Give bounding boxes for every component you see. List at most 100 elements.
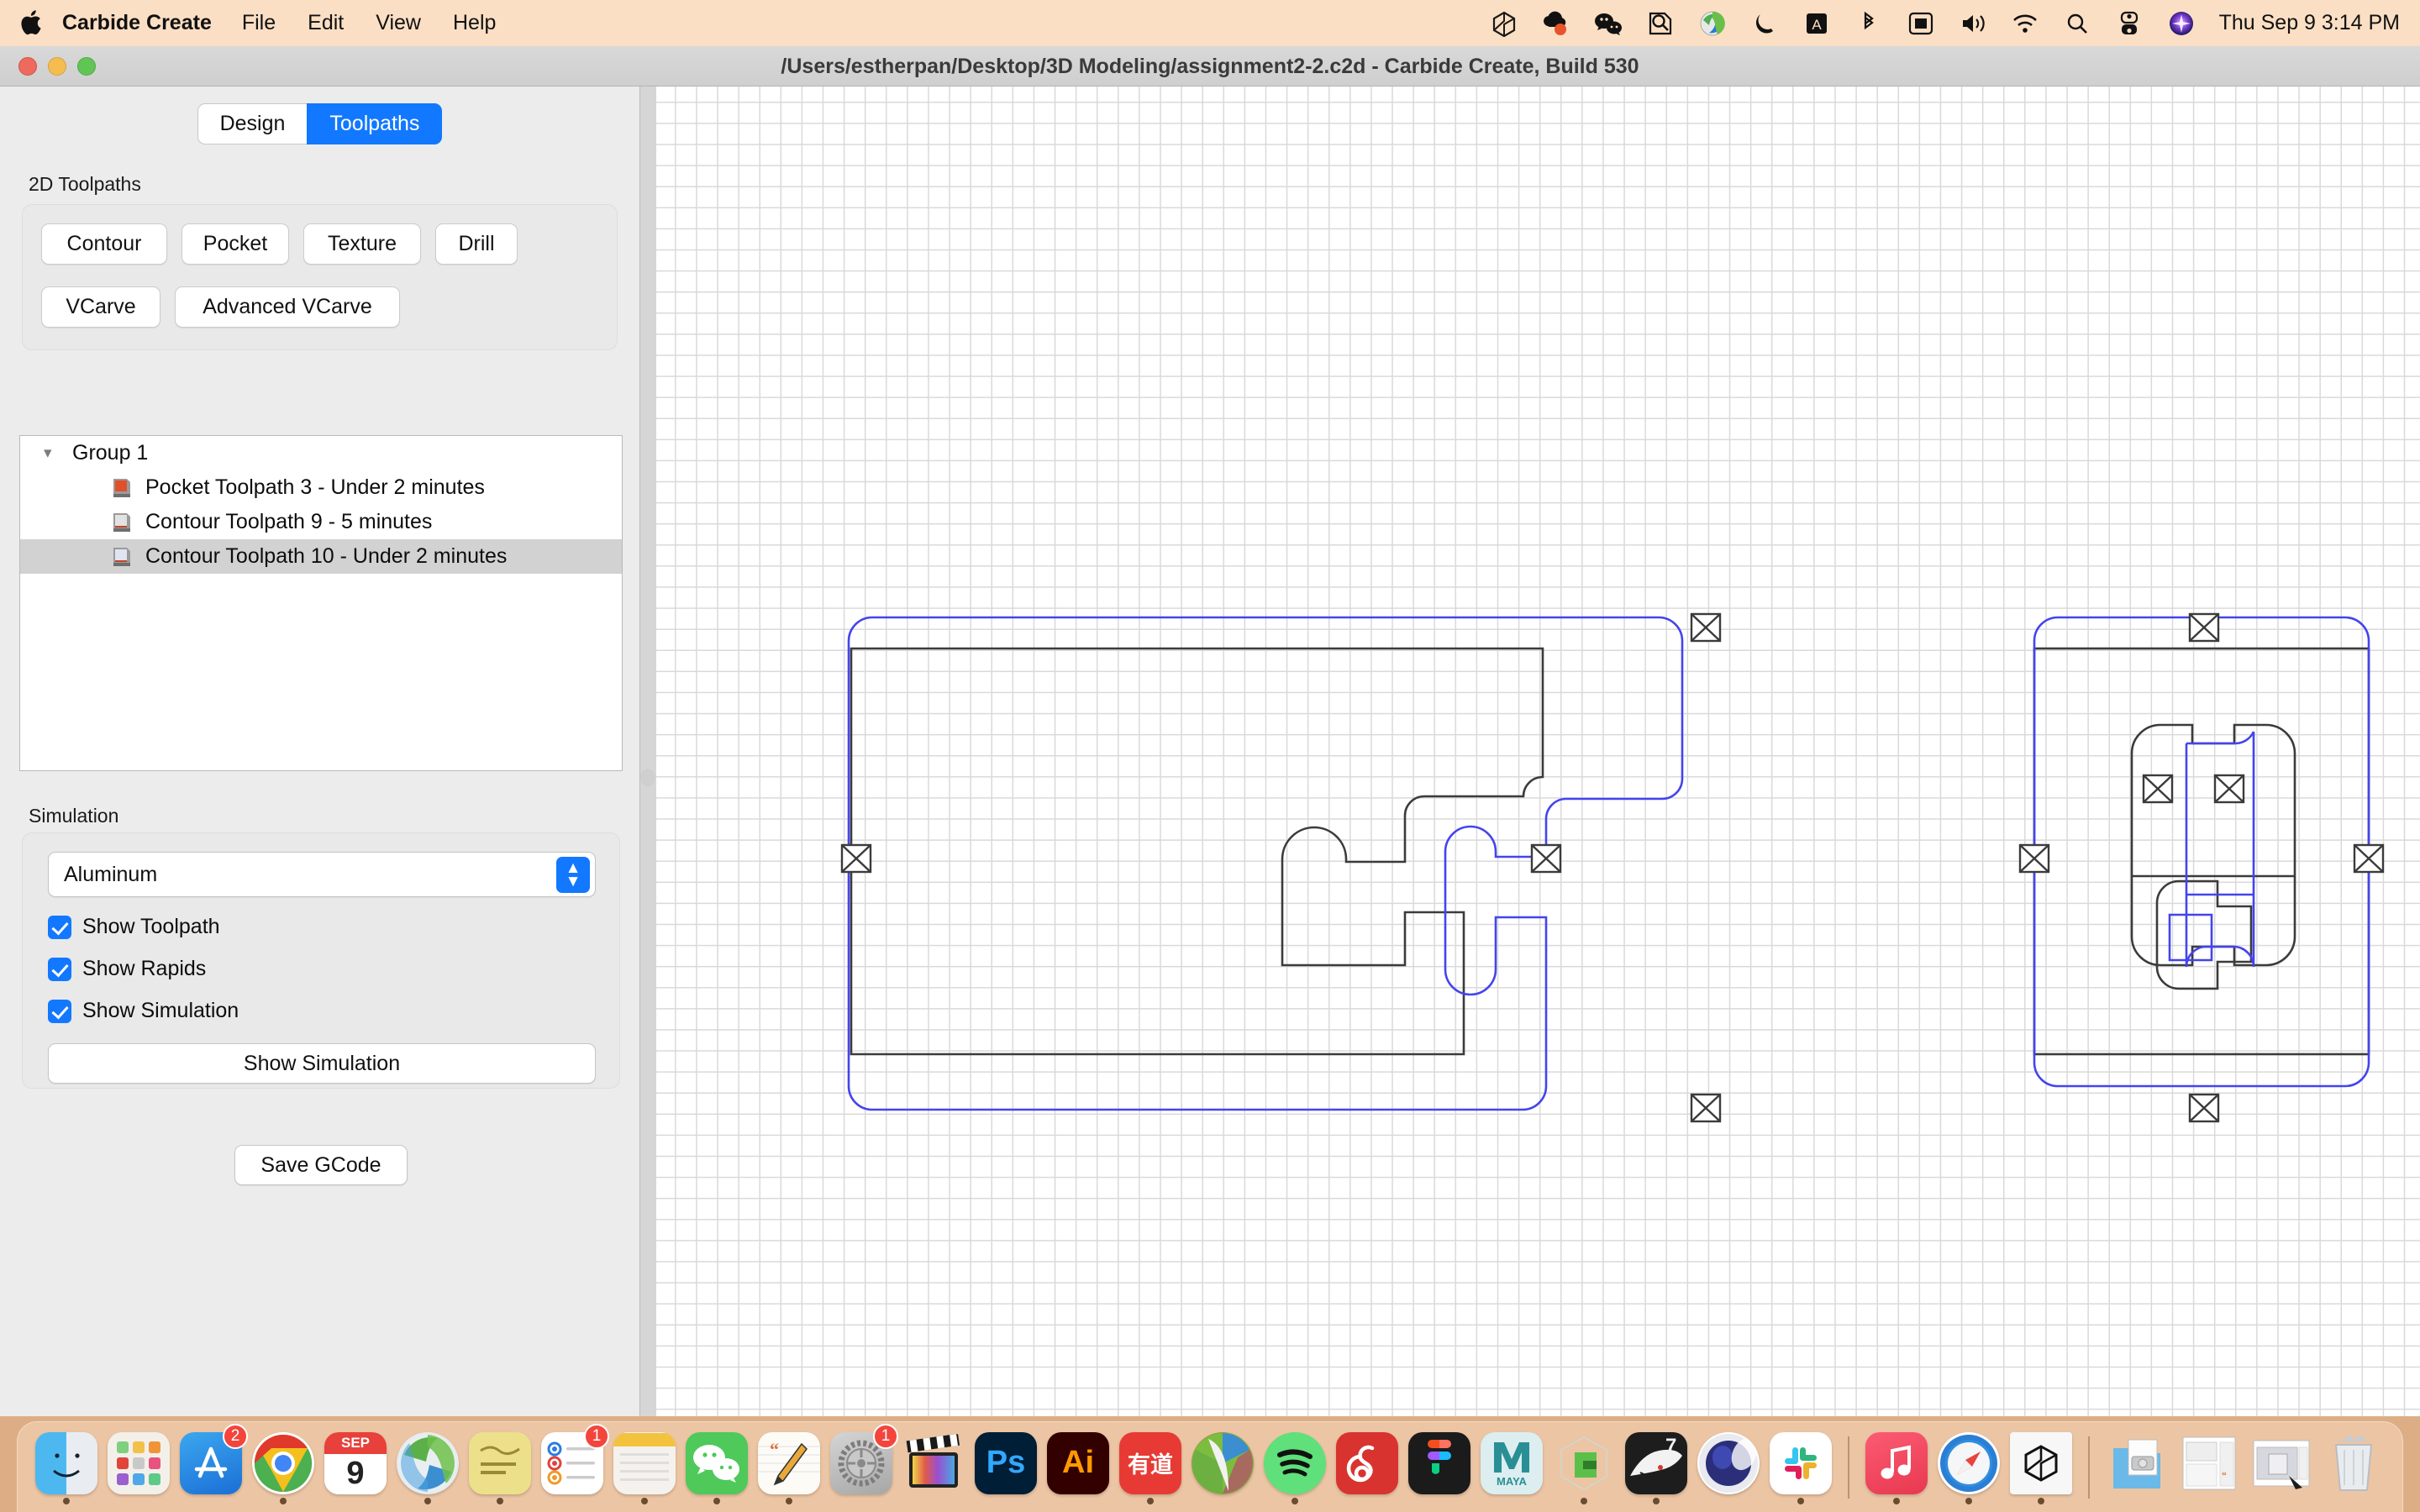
toolpath-row-pocket-3[interactable]: Pocket Toolpath 3 - Under 2 minutes: [20, 470, 622, 505]
dock-item-notes[interactable]: [609, 1425, 680, 1509]
show-simulation-row[interactable]: Show Simulation: [48, 999, 594, 1023]
finder-icon[interactable]: [35, 1432, 97, 1494]
chrome-icon[interactable]: [252, 1432, 314, 1494]
dock-item-spotify[interactable]: [1260, 1425, 1330, 1509]
minimize-button[interactable]: [48, 57, 66, 76]
drill-button[interactable]: Drill: [435, 223, 518, 265]
cinema4d-icon[interactable]: [1697, 1432, 1760, 1494]
wechat-dock-icon[interactable]: [686, 1432, 748, 1494]
spotify-icon[interactable]: [1264, 1432, 1326, 1494]
stickies-icon[interactable]: [469, 1432, 531, 1494]
wechat-icon[interactable]: [1582, 0, 1634, 46]
menu-app-title[interactable]: Carbide Create: [62, 11, 212, 35]
minimized-window-preview-1[interactable]: “: [2178, 1432, 2240, 1494]
dock-item-carbide-create[interactable]: [1549, 1425, 1619, 1509]
splitter-handle[interactable]: [640, 769, 655, 786]
spotlight-search-icon[interactable]: [2051, 0, 2103, 46]
illustrator-icon[interactable]: Ai: [1047, 1432, 1109, 1494]
slack-icon[interactable]: [1770, 1432, 1832, 1494]
bluetooth-icon[interactable]: [1843, 0, 1895, 46]
toolpath-group-row[interactable]: ▾ Group 1: [20, 436, 622, 470]
vcarve-button[interactable]: VCarve: [41, 286, 160, 328]
pocket-button[interactable]: Pocket: [182, 223, 289, 265]
save-gcode-button[interactable]: Save GCode: [234, 1145, 408, 1185]
dock-item-netease-music[interactable]: [1332, 1425, 1402, 1509]
input-source-a-icon[interactable]: A: [1791, 0, 1843, 46]
dock-item-finder[interactable]: [31, 1425, 102, 1509]
maya-icon[interactable]: MAYA: [1481, 1432, 1543, 1494]
colorwheel-icon[interactable]: [1686, 0, 1739, 46]
volume-icon[interactable]: [1947, 0, 1999, 46]
now-playing-icon[interactable]: [1895, 0, 1947, 46]
final-cut-pro-icon[interactable]: [902, 1432, 965, 1494]
dock-item-reminders[interactable]: 1: [537, 1425, 608, 1509]
textedit-icon[interactable]: “: [758, 1432, 820, 1494]
siri-icon[interactable]: [2155, 0, 2207, 46]
dock-item-textedit[interactable]: “: [754, 1425, 824, 1509]
dock-item-illustrator[interactable]: Ai: [1043, 1425, 1113, 1509]
dock-item-chrome[interactable]: [248, 1425, 318, 1509]
menu-view[interactable]: View: [376, 11, 421, 35]
calendar-icon[interactable]: SEP 9: [324, 1432, 387, 1494]
dock-item-minimized-document-1[interactable]: “: [2174, 1425, 2244, 1509]
figma-icon[interactable]: [1408, 1432, 1470, 1494]
minimized-window-preview-2[interactable]: [2250, 1432, 2312, 1494]
dock-item-minimized-document-2[interactable]: [2246, 1425, 2317, 1509]
folder-disk-icon[interactable]: [2106, 1432, 2168, 1494]
menu-clock[interactable]: Thu Sep 9 3:14 PM: [2219, 11, 2400, 35]
show-rapids-row[interactable]: Show Rapids: [48, 957, 594, 981]
carbide-create-icon[interactable]: [1553, 1432, 1615, 1494]
dock-item-launchpad[interactable]: [103, 1425, 174, 1509]
show-rapids-checkbox[interactable]: [48, 958, 71, 981]
dock-item-system-preferences[interactable]: 1: [826, 1425, 897, 1509]
menu-file[interactable]: File: [242, 11, 276, 35]
close-button[interactable]: [18, 57, 37, 76]
maximize-button[interactable]: [77, 57, 96, 76]
control-center-icon[interactable]: [2103, 0, 2155, 46]
menu-help[interactable]: Help: [453, 11, 496, 35]
trash-icon[interactable]: [2323, 1432, 2385, 1494]
panel-splitter[interactable]: [640, 693, 655, 861]
unity-icon[interactable]: [1478, 0, 1530, 46]
apple-menu-icon[interactable]: [0, 10, 62, 36]
dock-item-safari[interactable]: [1933, 1425, 2004, 1509]
dock-item-youdao[interactable]: 有道: [1115, 1425, 1186, 1509]
dock-item-app-store[interactable]: 2: [176, 1425, 246, 1509]
material-select[interactable]: Aluminum ▲▼: [48, 852, 596, 897]
wifi-icon[interactable]: [1999, 0, 2051, 46]
show-simulation-checkbox[interactable]: [48, 1000, 71, 1023]
chevron-down-icon[interactable]: ▾: [44, 444, 64, 463]
notes-icon[interactable]: [613, 1432, 676, 1494]
contour-button[interactable]: Contour: [41, 223, 167, 265]
toolpath-row-contour-10[interactable]: Contour Toolpath 10 - Under 2 minutes: [20, 539, 622, 574]
netease-music-icon[interactable]: [1336, 1432, 1398, 1494]
show-simulation-button[interactable]: Show Simulation: [48, 1043, 596, 1084]
dock-item-safari-dock[interactable]: [392, 1425, 463, 1509]
dock-item-wechat[interactable]: [681, 1425, 752, 1509]
design-canvas[interactable]: [656, 87, 2420, 1416]
music-icon[interactable]: [1865, 1432, 1928, 1494]
dock-item-figma[interactable]: [1404, 1425, 1475, 1509]
dock-item-trash[interactable]: [2318, 1425, 2389, 1509]
dock-item-photoshop[interactable]: Ps: [971, 1425, 1041, 1509]
dock-item-maya[interactable]: MAYA: [1476, 1425, 1547, 1509]
tab-design[interactable]: Design: [197, 103, 308, 144]
dock-item-calendar[interactable]: SEP 9: [320, 1425, 391, 1509]
texture-button[interactable]: Texture: [303, 223, 421, 265]
affinity-icon[interactable]: [1192, 1432, 1254, 1494]
moon-icon[interactable]: [1739, 0, 1791, 46]
launchpad-icon[interactable]: [108, 1432, 170, 1494]
toolpath-row-contour-9[interactable]: Contour Toolpath 9 - 5 minutes: [20, 505, 622, 539]
dock-item-final-cut-pro[interactable]: [898, 1425, 969, 1509]
rhino-icon[interactable]: 7: [1625, 1432, 1687, 1494]
safari-icon[interactable]: [1938, 1432, 2000, 1494]
photoshop-icon[interactable]: Ps: [975, 1432, 1037, 1494]
dock-item-downloads-folder[interactable]: [2102, 1425, 2172, 1509]
cloud-music-icon[interactable]: [1530, 0, 1582, 46]
toolpath-list[interactable]: ▾ Group 1 Pocket Toolpath 3 - Under 2 mi…: [19, 435, 623, 771]
dock-item-unity[interactable]: [2006, 1425, 2076, 1509]
unity-dock-icon[interactable]: [2010, 1432, 2072, 1494]
screen-search-icon[interactable]: [1634, 0, 1686, 46]
colorwheel-globe-icon[interactable]: [397, 1432, 459, 1494]
show-toolpath-row[interactable]: Show Toolpath: [48, 915, 594, 939]
